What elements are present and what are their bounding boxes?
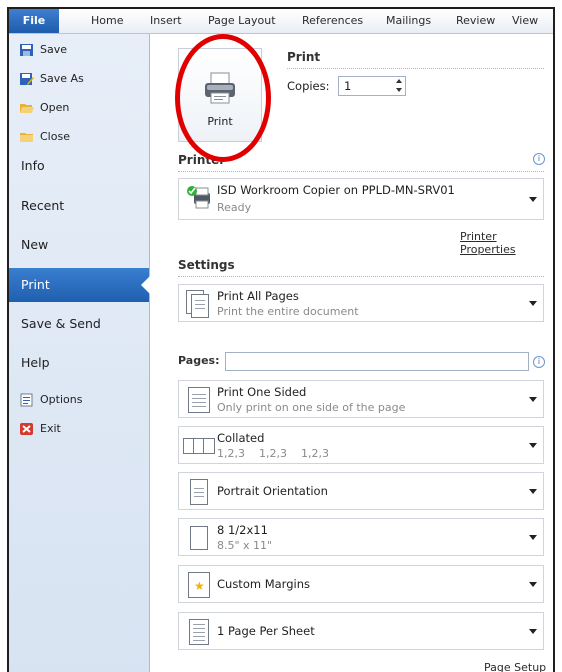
one-sided-icon (186, 386, 212, 414)
sidebar-item-save-as[interactable]: Save As (9, 69, 149, 89)
page-setup-link[interactable]: Page Setup (484, 661, 546, 672)
printer-icon (205, 72, 235, 104)
print-button[interactable]: Print (178, 48, 262, 142)
setting-title: Custom Margins (217, 577, 310, 591)
sidebar-item-label: Close (40, 130, 70, 143)
collation-dropdown[interactable]: Collated 1,2,3 1,2,3 1,2,3 (178, 426, 544, 464)
tab-file[interactable]: File (9, 9, 59, 33)
tab-page-layout[interactable]: Page Layout (208, 9, 276, 33)
info-icon[interactable]: i (533, 153, 545, 165)
setting-subtitle: Print the entire document (217, 305, 359, 318)
paper-size-icon (186, 524, 212, 552)
folder-close-icon (20, 133, 33, 142)
sidebar-item-label: Help (21, 355, 50, 370)
sides-dropdown[interactable]: Print One Sided Only print on one side o… (178, 380, 544, 418)
tab-review[interactable]: Review (456, 9, 495, 33)
tab-mailings[interactable]: Mailings (386, 9, 431, 33)
chevron-down-icon (529, 489, 537, 494)
backstage-sidebar: Save Save As Open Close Info Recent New … (9, 34, 150, 672)
exit-icon (20, 423, 33, 435)
print-range-dropdown[interactable]: Print All Pages Print the entire documen… (178, 284, 544, 322)
sidebar-item-label: Exit (40, 422, 61, 435)
chevron-down-icon (529, 397, 537, 402)
sidebar-item-open[interactable]: Open (9, 98, 149, 118)
options-icon (20, 393, 33, 407)
sidebar-item-label: Options (40, 393, 83, 406)
stepper-down-icon[interactable] (396, 88, 402, 92)
print-heading-rule (287, 68, 544, 69)
sidebar-item-help[interactable]: Help (9, 346, 149, 380)
setting-title: 1 Page Per Sheet (217, 624, 315, 638)
backstage-window: File Home Insert Page Layout References … (7, 7, 555, 672)
pages-per-sheet-icon (186, 618, 212, 646)
sidebar-item-new[interactable]: New (9, 228, 149, 262)
print-button-label: Print (207, 115, 233, 128)
setting-title: 8 1/2x11 (217, 523, 268, 537)
chevron-down-icon (529, 629, 537, 634)
save-as-icon (20, 73, 34, 85)
sidebar-item-label: Save (40, 43, 68, 56)
settings-heading: Settings (178, 258, 235, 272)
sidebar-item-label: Save As (40, 72, 84, 85)
save-icon (20, 44, 33, 56)
sidebar-item-save[interactable]: Save (9, 40, 149, 60)
custom-margins-icon: ★ (186, 571, 212, 599)
portrait-icon (186, 478, 212, 506)
sidebar-item-label: New (21, 237, 49, 252)
setting-subtitle: 8.5" x 11" (217, 539, 273, 552)
sidebar-item-recent[interactable]: Recent (9, 189, 149, 223)
pages-icon (186, 290, 212, 318)
sidebar-item-label: Open (40, 101, 70, 114)
tab-home[interactable]: Home (91, 9, 123, 33)
sidebar-item-close[interactable]: Close (9, 127, 149, 147)
sidebar-item-options[interactable]: Options (9, 390, 149, 410)
pages-input[interactable] (225, 352, 529, 371)
print-heading: Print (287, 50, 321, 64)
ribbon-tabs: File Home Insert Page Layout References … (9, 9, 553, 34)
sidebar-item-print[interactable]: Print (9, 268, 150, 302)
printer-ready-icon (187, 186, 210, 209)
orientation-dropdown[interactable]: Portrait Orientation (178, 472, 544, 510)
chevron-down-icon (529, 535, 537, 540)
sidebar-item-exit[interactable]: Exit (9, 419, 149, 439)
setting-title: Portrait Orientation (217, 484, 328, 498)
print-pane: Print Print Copies: 1 Printer i ISD Work… (150, 34, 553, 672)
printer-name: ISD Workroom Copier on PPLD-MN-SRV01 (217, 183, 455, 197)
sidebar-item-info[interactable]: Info (9, 149, 149, 183)
folder-open-icon (20, 104, 34, 113)
sidebar-item-label: Recent (21, 198, 65, 213)
collated-icon (183, 432, 215, 460)
sidebar-item-save-send[interactable]: Save & Send (9, 307, 149, 341)
info-icon[interactable]: i (533, 356, 545, 368)
chevron-down-icon (529, 443, 537, 448)
chevron-down-icon (529, 301, 537, 306)
pages-per-sheet-dropdown[interactable]: 1 Page Per Sheet (178, 612, 544, 650)
setting-title: Collated (217, 431, 265, 445)
printer-properties-link[interactable]: Printer Properties (460, 230, 553, 256)
sidebar-item-label: Info (21, 158, 45, 173)
tab-view[interactable]: View (512, 9, 538, 33)
chevron-down-icon (529, 197, 537, 202)
setting-title: Print One Sided (217, 385, 307, 399)
tab-insert[interactable]: Insert (150, 9, 182, 33)
printer-heading-rule (178, 171, 544, 172)
copies-value: 1 (344, 79, 352, 93)
printer-heading: Printer (178, 153, 226, 167)
copies-stepper[interactable]: 1 (338, 76, 406, 96)
tab-references[interactable]: References (302, 9, 363, 33)
setting-subtitle: Only print on one side of the page (217, 401, 406, 414)
printer-status: Ready (217, 201, 252, 214)
copies-label: Copies: (287, 79, 330, 93)
chevron-down-icon (529, 582, 537, 587)
settings-heading-rule (178, 276, 544, 277)
stepper-up-icon[interactable] (396, 79, 402, 83)
sidebar-item-label: Print (21, 277, 50, 292)
printer-dropdown[interactable]: ISD Workroom Copier on PPLD-MN-SRV01 Rea… (178, 178, 544, 220)
setting-title: Print All Pages (217, 289, 299, 303)
margins-dropdown[interactable]: ★ Custom Margins (178, 565, 544, 603)
pages-label: Pages: (178, 354, 220, 367)
sidebar-item-label: Save & Send (21, 316, 101, 331)
paper-size-dropdown[interactable]: 8 1/2x11 8.5" x 11" (178, 518, 544, 556)
setting-subtitle: 1,2,3 1,2,3 1,2,3 (217, 447, 329, 460)
